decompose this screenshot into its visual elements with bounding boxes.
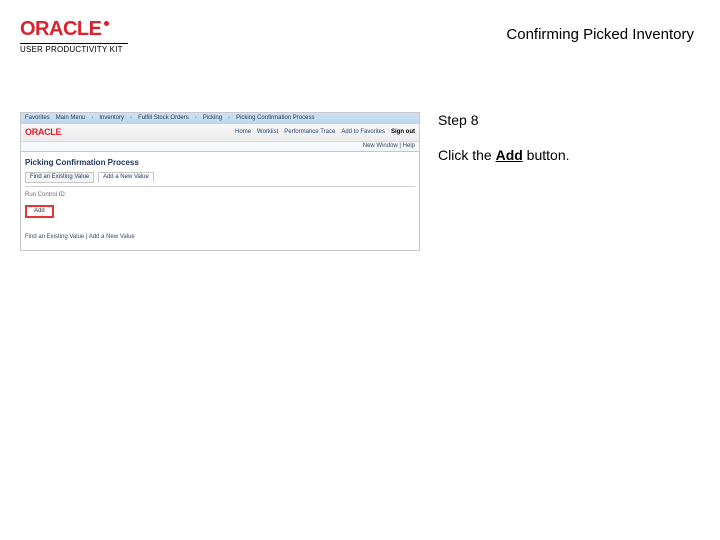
brand-rule [20,43,128,44]
brand-subtitle: USER PRODUCTIVITY KIT [20,45,128,54]
crumb-picking: Picking [203,115,222,122]
instruction-suffix: button. [523,147,570,163]
mini-screenshot: Favorites Main Menu › Inventory › Fulfil… [20,112,420,251]
oracle-logo: ORACLE [20,18,128,41]
mini-worklist-link: Worklist [257,129,278,136]
mini-oracle-logo: ORACLE [25,127,61,138]
mini-signout-link: Sign out [391,129,415,136]
mini-add-button: Add [25,205,54,218]
page-title: Confirming Picked Inventory [506,26,694,43]
crumb-fulfill: Fulfill Stock Orders [138,115,189,122]
screenshot-panel: Favorites Main Menu › Inventory › Fulfil… [20,112,420,251]
crumb-sep: › [195,115,197,122]
crumb-sep: › [228,115,230,122]
step-label: Step 8 [438,112,700,128]
mini-header: ORACLE Home Worklist Performance Trace A… [21,124,419,142]
mini-home-link: Home [235,129,251,136]
mini-breadcrumb: Favorites Main Menu › Inventory › Fulfil… [21,113,419,124]
mini-tab-add: Add a New Value [98,172,154,183]
mini-toolbar: Home Worklist Performance Trace Add to F… [235,129,415,136]
mini-add-highlight: Add [25,205,415,218]
crumb-process: Picking Confirmation Process [236,115,314,122]
brand-block: ORACLE USER PRODUCTIVITY KIT [20,18,128,54]
mini-status-line: New Window | Help [21,142,419,152]
crumb-favorites: Favorites [25,115,50,122]
mini-addfav-link: Add to Favorites [341,129,385,136]
oracle-logo-dot [104,21,109,26]
instruction-strong: Add [496,147,523,163]
crumb-sep: › [91,115,93,122]
instruction-prefix: Click the [438,147,496,163]
mini-footer-links: Find an Existing Value | Add a New Value [21,224,419,249]
crumb-inventory: Inventory [99,115,124,122]
crumb-main-menu: Main Menu [56,115,86,122]
mini-tab-find: Find an Existing Value [25,172,94,183]
step-instruction: Click the Add button. [438,146,700,164]
instruction-column: Step 8 Click the Add button. [438,112,700,251]
oracle-logo-text: ORACLE [20,18,101,41]
mini-runcontrol-label: Run Control ID: [21,187,419,199]
crumb-sep: › [130,115,132,122]
mini-performance-link: Performance Trace [284,129,335,136]
mini-tabs: Find an Existing Value Add a New Value [21,172,419,186]
mini-page-title: Picking Confirmation Process [21,152,419,172]
